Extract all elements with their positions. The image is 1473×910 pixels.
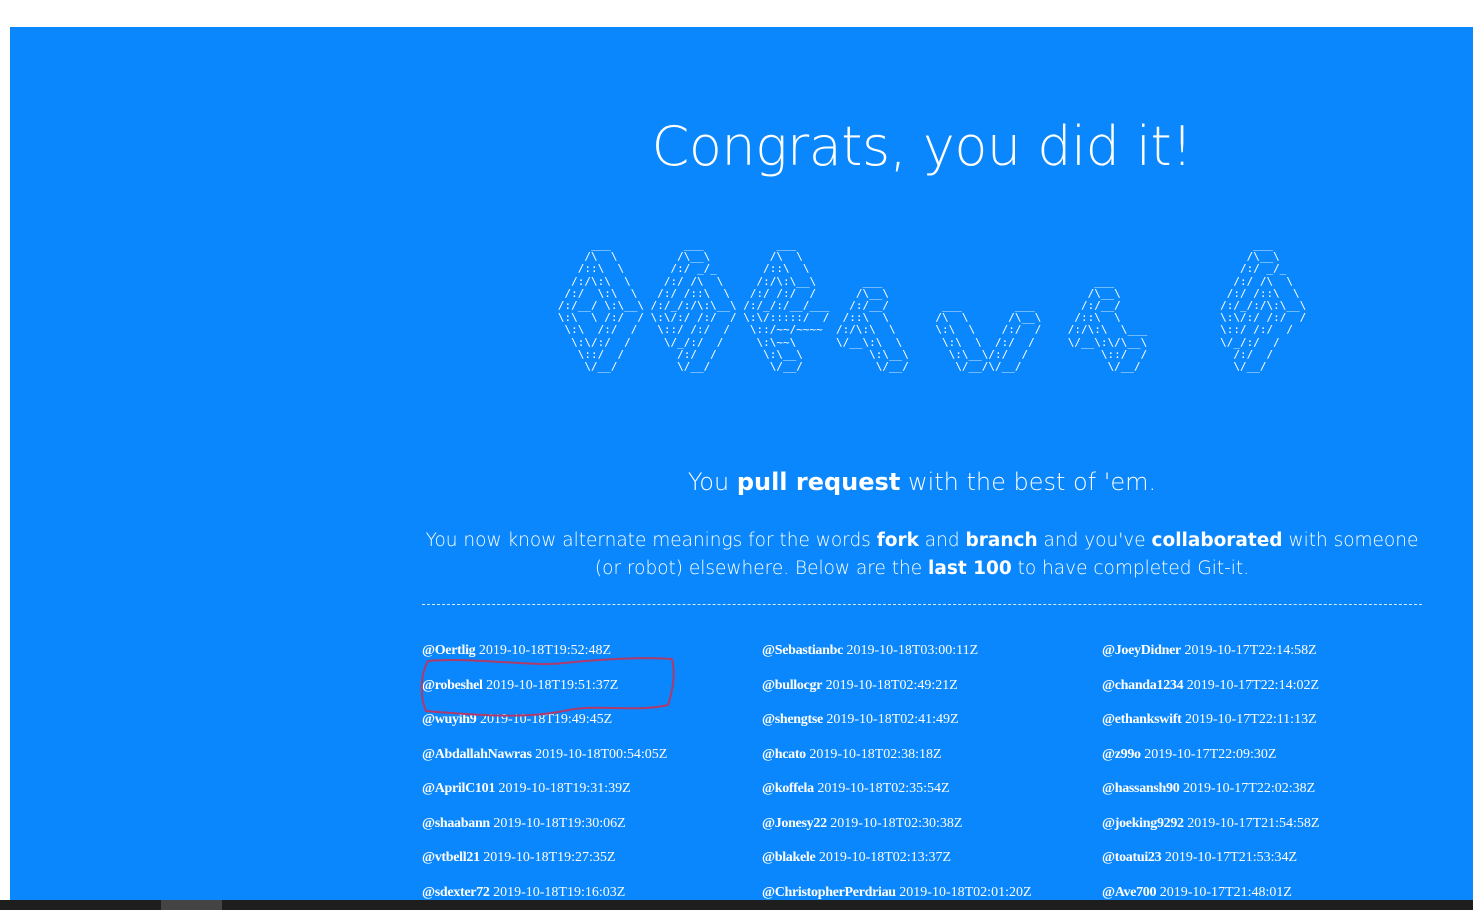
completer-entry: @joeking9292 2019-10-17T21:54:58Z <box>1102 810 1442 845</box>
completion-timestamp: 2019-10-18T02:49:21Z <box>825 677 958 693</box>
intro-bold-last-100: last 100 <box>928 558 1012 579</box>
git-it-page: Congrats, you did it! ___ ___ ___ ___ /\… <box>10 27 1473 900</box>
completer-entry: @wuyih9 2019-10-18T19:49:45Z <box>422 706 762 741</box>
completion-timestamp: 2019-10-18T02:30:38Z <box>830 815 963 831</box>
tagline-suffix: with the best of 'em. <box>900 468 1157 496</box>
completer-entry: @hcato 2019-10-18T02:38:18Z <box>762 741 1102 776</box>
completer-username-link[interactable]: @koffela <box>762 781 814 796</box>
completer-username-link[interactable]: @Ave700 <box>1102 885 1157 900</box>
completer-username-link[interactable]: @joeking9292 <box>1102 816 1184 831</box>
completer-username-link[interactable]: @Oertlig <box>422 643 476 658</box>
completer-username-link[interactable]: @chanda1234 <box>1102 678 1184 693</box>
completion-timestamp: 2019-10-18T19:30:06Z <box>493 815 626 831</box>
intro-bold-fork: fork <box>876 530 919 551</box>
intro-text-3: and you've <box>1037 530 1152 551</box>
completer-entry: @Oertlig 2019-10-18T19:52:48Z <box>422 637 762 672</box>
completer-username-link[interactable]: @ChristopherPerdriau <box>762 885 896 900</box>
completer-entry: @koffela 2019-10-18T02:35:54Z <box>762 775 1102 810</box>
completer-entry: @toatui23 2019-10-17T21:53:34Z <box>1102 844 1442 879</box>
completion-timestamp: 2019-10-18T19:16:03Z <box>493 884 626 900</box>
completer-username-link[interactable]: @Sebastianbc <box>762 643 843 658</box>
completion-timestamp: 2019-10-18T19:49:45Z <box>480 712 613 727</box>
completers-list: @Oertlig 2019-10-18T19:52:48Z @robeshel 2… <box>422 637 1442 900</box>
completion-timestamp: 2019-10-17T22:02:38Z <box>1182 781 1316 796</box>
completion-timestamp: 2019-10-18T19:52:48Z <box>478 643 612 658</box>
tagline: You pull request with the best of 'em. <box>422 468 1422 496</box>
tagline-emphasis: pull request <box>736 468 901 496</box>
completion-timestamp: 2019-10-18T19:51:37Z <box>486 677 619 693</box>
completion-timestamp: 2019-10-18T00:54:05Z <box>535 746 668 762</box>
completer-username-link[interactable]: @blakele <box>762 850 816 865</box>
intro-text-5: to have completed Git-it. <box>1011 558 1250 579</box>
completer-username-link[interactable]: @AprilC101 <box>422 781 495 796</box>
completer-username-link[interactable]: @robeshel <box>422 678 483 693</box>
dashed-divider <box>422 604 1422 605</box>
completion-timestamp: 2019-10-17T21:54:58Z <box>1187 815 1320 831</box>
completer-username-link[interactable]: @hcato <box>762 747 806 762</box>
completion-timestamp: 2019-10-17T21:48:01Z <box>1159 884 1292 900</box>
completer-entry: @blakele 2019-10-18T02:13:37Z <box>762 844 1102 879</box>
completer-username-link[interactable]: @Jonesy22 <box>762 816 827 831</box>
intro-text-2: and <box>918 530 966 551</box>
completer-entry: @JoeyDidner 2019-10-17T22:14:58Z <box>1102 637 1442 672</box>
completer-entry: @z99o 2019-10-17T22:09:30Z <box>1102 741 1442 776</box>
completer-username-link[interactable]: @shengtse <box>762 712 823 727</box>
completer-username-link[interactable]: @sdexter72 <box>422 885 490 900</box>
completer-entry: @chanda1234 2019-10-17T22:14:02Z <box>1102 672 1442 707</box>
completer-entry: @sdexter72 2019-10-18T19:16:03Z <box>422 879 762 901</box>
completion-timestamp: 2019-10-17T22:14:02Z <box>1186 677 1320 693</box>
completion-timestamp: 2019-10-17T21:53:34Z <box>1164 850 1298 865</box>
completion-timestamp: 2019-10-18T02:13:37Z <box>818 850 952 865</box>
completion-timestamp: 2019-10-17T22:11:13Z <box>1184 712 1317 727</box>
completer-username-link[interactable]: @z99o <box>1102 747 1141 762</box>
intro-bold-branch: branch <box>965 530 1038 551</box>
completer-entry: @AprilC101 2019-10-18T19:31:39Z <box>422 775 762 810</box>
completion-timestamp: 2019-10-18T02:41:49Z <box>826 712 959 727</box>
completer-entry: @Jonesy22 2019-10-18T02:30:38Z <box>762 810 1102 845</box>
completion-timestamp: 2019-10-18T02:35:54Z <box>817 781 950 796</box>
completion-timestamp: 2019-10-17T22:09:30Z <box>1144 746 1277 762</box>
page-title: Congrats, you did it! <box>651 115 1193 178</box>
completer-entry: @shaabann 2019-10-18T19:30:06Z <box>422 810 762 845</box>
completion-timestamp: 2019-10-17T22:14:58Z <box>1184 643 1317 658</box>
completers-column-3: @JoeyDidner 2019-10-17T22:14:58Z @chanda1… <box>1102 637 1442 900</box>
completer-entry: @ethankswift 2019-10-17T22:11:13Z <box>1102 706 1442 741</box>
completer-username-link[interactable]: @ethankswift <box>1102 712 1182 727</box>
completion-timestamp: 2019-10-18T19:27:35Z <box>483 850 616 865</box>
completer-username-link[interactable]: @vtbell21 <box>422 850 480 865</box>
completers-column-2: @Sebastianbc 2019-10-18T03:00:11Z @bulloc… <box>762 637 1102 900</box>
completer-username-link[interactable]: @shaabann <box>422 816 490 831</box>
completer-entry: @hassansh90 2019-10-17T22:02:38Z <box>1102 775 1442 810</box>
completion-timestamp: 2019-10-18T02:01:20Z <box>899 884 1032 900</box>
completion-timestamp: 2019-10-18T19:31:39Z <box>498 781 631 796</box>
completer-username-link[interactable]: @wuyih9 <box>422 712 477 727</box>
completer-username-link[interactable]: @AbdallahNawras <box>422 747 532 762</box>
completer-entry: @robeshel 2019-10-18T19:51:37Z <box>422 672 762 707</box>
completion-timestamp: 2019-10-18T03:00:11Z <box>846 643 979 658</box>
completer-username-link[interactable]: @JoeyDidner <box>1102 643 1181 658</box>
completer-entry: @Sebastianbc 2019-10-18T03:00:11Z <box>762 637 1102 672</box>
completion-timestamp: 2019-10-18T02:38:18Z <box>809 746 942 762</box>
ascii-art-banner: ___ ___ ___ ___ /\ \ /\__\ /\ \ /\__\ /:… <box>557 238 1307 374</box>
completers-column-1: @Oertlig 2019-10-18T19:52:48Z @robeshel 2… <box>422 637 762 900</box>
intro-text-1: You now know alternate meanings for the … <box>425 530 877 551</box>
completer-username-link[interactable]: @bullocgr <box>762 678 822 693</box>
tagline-prefix: You <box>687 468 737 496</box>
completer-entry: @AbdallahNawras 2019-10-18T00:54:05Z <box>422 741 762 776</box>
completer-entry: @bullocgr 2019-10-18T02:49:21Z <box>762 672 1102 707</box>
completer-entry: @shengtse 2019-10-18T02:41:49Z <box>762 706 1102 741</box>
completer-entry: @ChristopherPerdriau 2019-10-18T02:01:20… <box>762 879 1102 901</box>
completer-entry: @vtbell21 2019-10-18T19:27:35Z <box>422 844 762 879</box>
completer-username-link[interactable]: @toatui23 <box>1102 850 1162 865</box>
intro-paragraph: You now know alternate meanings for the … <box>422 527 1422 583</box>
horizontal-scrollbar-thumb[interactable] <box>161 900 222 910</box>
completer-username-link[interactable]: @hassansh90 <box>1102 781 1180 796</box>
intro-bold-collaborated: collaborated <box>1151 530 1283 551</box>
completer-entry: @Ave700 2019-10-17T21:48:01Z <box>1102 879 1442 901</box>
